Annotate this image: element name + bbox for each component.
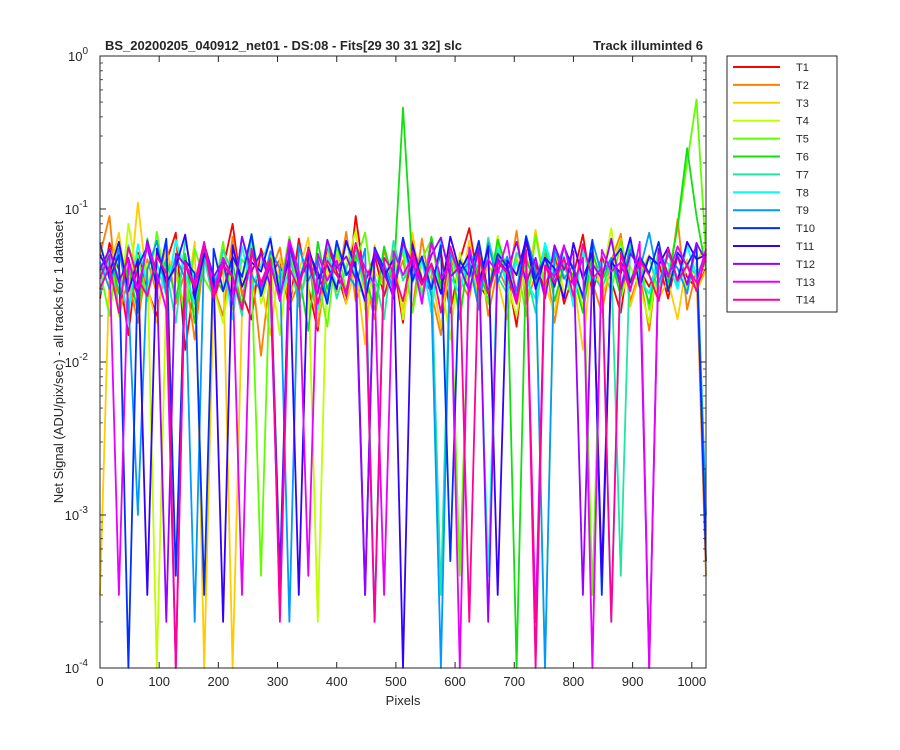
chart-title-left: BS_20200205_040912_net01 - DS:08 - Fits[…	[105, 38, 462, 53]
x-tick-label: 800	[563, 674, 585, 689]
legend-label-t5: T5	[796, 134, 809, 146]
x-axis-label: Pixels	[386, 693, 421, 708]
legend-label-t10: T10	[796, 223, 815, 235]
x-tick-label: 500	[385, 674, 407, 689]
x-tick-label: 600	[444, 674, 466, 689]
legend-label-t6: T6	[796, 152, 809, 164]
legend-label-t12: T12	[796, 259, 815, 271]
y-axis-label: Net Signal (ADU/pix/sec) - all tracks fo…	[51, 220, 66, 503]
legend-label-t13: T13	[796, 277, 815, 289]
legend-label-t11: T11	[796, 241, 814, 253]
legend-label-t14: T14	[796, 295, 815, 307]
legend-label-t8: T8	[796, 187, 809, 199]
legend: T1 T2 T3 T4 T5 T6 T7 T8 T9 T10 T11 T12 T13 T14	[726, 55, 838, 313]
x-tick-label: 0	[96, 674, 103, 689]
x-tick-label: 700	[503, 674, 525, 689]
x-tick-label: 400	[326, 674, 348, 689]
chart-title-right: Track illuminted 6	[593, 38, 703, 53]
legend-box	[726, 55, 838, 313]
legend-label-t7: T7	[796, 169, 809, 181]
chart-figure: 0 100 200 300 400 500 600 700 800 900 100010-410-3…	[0, 0, 900, 750]
x-tick-label: 900	[622, 674, 644, 689]
x-tick-label: 100	[148, 674, 170, 689]
legend-label-t3: T3	[796, 98, 809, 110]
legend-label-t1: T1	[796, 62, 809, 74]
legend-label-t4: T4	[796, 116, 809, 128]
legend-label-t2: T2	[796, 80, 809, 92]
x-tick-label: 200	[208, 674, 230, 689]
legend-label-t9: T9	[796, 205, 809, 217]
x-tick-label: 1000	[677, 674, 706, 689]
x-tick-label: 300	[267, 674, 289, 689]
